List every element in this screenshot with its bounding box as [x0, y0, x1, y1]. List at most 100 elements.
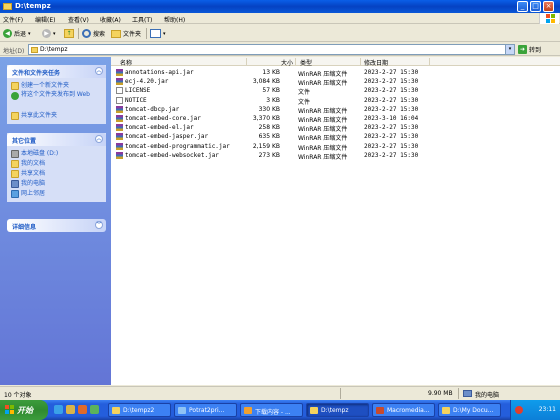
share-folder-icon [11, 112, 19, 120]
menu-tools[interactable]: 工具(T) [132, 15, 152, 24]
file-row[interactable]: NOTICE 3 KB 文件 2023-2-27 15:30 [111, 96, 560, 106]
forward-button[interactable]: ▶ ▾ [42, 28, 56, 39]
column-divider[interactable] [360, 58, 361, 65]
file-modified: 2023-2-27 15:30 [364, 105, 419, 113]
file-row[interactable]: tomcat-embed-jasper.jar 635 KB WinRAR 压缩文件… [111, 132, 560, 142]
menu-view[interactable]: 查看(V) [68, 15, 89, 24]
app-icon [178, 407, 186, 414]
menu-edit[interactable]: 编辑(E) [35, 15, 55, 24]
file-tasks-header[interactable]: 文件和文件夹任务 ︽ [7, 65, 106, 78]
column-size[interactable]: 大小 [281, 58, 293, 67]
file-name: tomcat-embed-el.jar [125, 124, 194, 132]
minimize-button[interactable]: _ [517, 1, 528, 12]
drive-icon [11, 150, 19, 158]
file-modified: 2023-2-27 15:30 [364, 87, 419, 95]
file-name: tomcat-embed-programmatic.jar [125, 142, 230, 150]
file-row[interactable]: tomcat-embed-core.jar 3,370 KB WinRAR 压缩文件… [111, 114, 560, 124]
file-name: tomcat-embed-jasper.jar [125, 133, 209, 141]
status-divider [458, 388, 459, 399]
my-computer-label: 我的电脑 [21, 180, 46, 187]
local-disk-link[interactable]: 本地磁盘 (D:) [11, 149, 102, 159]
windows-logo-icon [539, 13, 559, 24]
file-row[interactable]: tomcat-dbcp.jar 330 KB WinRAR 压缩文件 2023-2-2… [111, 105, 560, 115]
file-row[interactable]: tomcat-embed-programmatic.jar 2,159 KB Win… [111, 142, 560, 152]
column-type[interactable]: 类型 [300, 58, 312, 67]
back-button[interactable]: ◀ 后退 ▾ [3, 28, 31, 39]
taskbar-item-tempz[interactable]: D:\tempz [306, 403, 369, 417]
taskbar-item-macromedia[interactable]: Macromedia... [372, 403, 435, 417]
clock[interactable]: 23:11 [539, 406, 556, 413]
rar-icon [116, 142, 123, 150]
my-computer-link[interactable]: 我的电脑 [11, 179, 102, 189]
go-arrow-icon: ➜ [518, 45, 527, 54]
address-dropdown-button[interactable]: ▾ [505, 45, 514, 54]
taskbar-item-label: Potrat2pri... [189, 407, 225, 414]
views-button[interactable]: ▾ [150, 28, 166, 39]
other-places-panel: 其它位置 ︽ 本地磁盘 (D:) 我的文档 共享文档 我的电脑 网上邻居 [7, 133, 106, 202]
tray-notification-icon[interactable] [515, 406, 523, 414]
column-name[interactable]: 名称 [120, 58, 132, 67]
close-button[interactable]: × [543, 1, 554, 12]
taskbar-item-label: D:\tempz [321, 407, 349, 414]
window-title: D:\tempz [15, 2, 51, 10]
quicklaunch-desktop-icon[interactable] [66, 405, 75, 414]
my-documents-label: 我的文档 [21, 160, 46, 167]
collapse-icon[interactable]: ︽ [95, 67, 103, 75]
up-button[interactable]: ↑ [64, 28, 74, 39]
my-documents-link[interactable]: 我的文档 [11, 159, 102, 169]
search-button[interactable]: 搜索 [82, 28, 105, 39]
rar-icon [116, 133, 123, 141]
column-divider[interactable] [429, 58, 430, 65]
file-size: 258 KB [258, 124, 280, 132]
network-places-label: 网上邻居 [21, 190, 46, 197]
taskbar: 开始 D:\tempz2 Potrat2pri... 下载内容 - ... D:… [0, 400, 560, 420]
file-row[interactable]: tomcat-embed-websocket.jar 273 KB WinRAR 压… [111, 151, 560, 161]
share-folder-label: 共享此文件夹 [21, 112, 58, 119]
new-folder-icon [11, 82, 19, 90]
go-button[interactable]: ➜ 转到 [518, 45, 541, 54]
details-panel: 详细信息 ︾ [7, 219, 106, 232]
details-header[interactable]: 详细信息 ︾ [7, 219, 106, 232]
publish-web-link[interactable]: 将这个文件夹发布到 Web [11, 91, 102, 111]
folders-button[interactable]: 文件夹 [111, 28, 141, 39]
file-row[interactable]: ecj-4.20.jar 3,084 KB WinRAR 压缩文件 2023-2-27… [111, 77, 560, 87]
file-row[interactable]: tomcat-embed-el.jar 258 KB WinRAR 压缩文件 2023… [111, 123, 560, 133]
share-folder-link[interactable]: 共享此文件夹 [11, 111, 102, 121]
taskbar-item-downloads[interactable]: 下载内容 - ... [240, 403, 303, 417]
taskbar-item-label: D:\tempz2 [123, 407, 155, 414]
back-arrow-icon: ◀ [3, 29, 12, 38]
column-divider[interactable] [295, 58, 296, 65]
file-name: annotations-api.jar [125, 69, 194, 76]
collapse-icon[interactable]: ︽ [95, 135, 103, 143]
rar-icon [116, 105, 123, 113]
taskbar-item-potrat[interactable]: Potrat2pri... [174, 403, 237, 417]
taskbar-item-mydocuments[interactable]: D:\My Docu... [438, 403, 501, 417]
file-row[interactable]: LICENSE 57 KB 文件 2023-2-27 15:30 [111, 86, 560, 96]
quicklaunch-media-icon[interactable] [78, 405, 87, 414]
other-places-header[interactable]: 其它位置 ︽ [7, 133, 106, 146]
file-row[interactable]: annotations-api.jar 13 KB WinRAR 压缩文件 2023-… [111, 68, 560, 78]
computer-icon [11, 180, 19, 188]
menu-favorites[interactable]: 收藏(A) [100, 15, 121, 24]
expand-icon[interactable]: ︾ [95, 221, 103, 229]
column-divider[interactable] [246, 58, 247, 65]
address-input[interactable]: D:\tempz ▾ [28, 44, 515, 55]
start-button[interactable]: 开始 [0, 400, 48, 420]
title-bar[interactable]: D:\tempz _ □ × [0, 0, 560, 13]
rar-icon [116, 78, 123, 86]
menu-file[interactable]: 文件(F) [3, 15, 23, 24]
quicklaunch-app-icon[interactable] [90, 405, 99, 414]
new-folder-link[interactable]: 创建一个新文件夹 [11, 81, 102, 91]
network-places-link[interactable]: 网上邻居 [11, 189, 102, 199]
other-places-title: 其它位置 [12, 138, 37, 145]
taskbar-item-tempz2[interactable]: D:\tempz2 [108, 403, 171, 417]
chevron-down-icon: ▾ [163, 30, 166, 37]
chevron-down-icon: ▾ [53, 30, 56, 37]
shared-documents-link[interactable]: 共享文档 [11, 169, 102, 179]
column-modified[interactable]: 修改日期 [364, 58, 388, 67]
network-icon [11, 190, 19, 198]
file-size: 3,084 KB [252, 78, 280, 86]
maximize-button[interactable]: □ [530, 1, 541, 12]
menu-help[interactable]: 帮助(H) [164, 15, 185, 24]
quicklaunch-ie-icon[interactable] [54, 405, 63, 414]
